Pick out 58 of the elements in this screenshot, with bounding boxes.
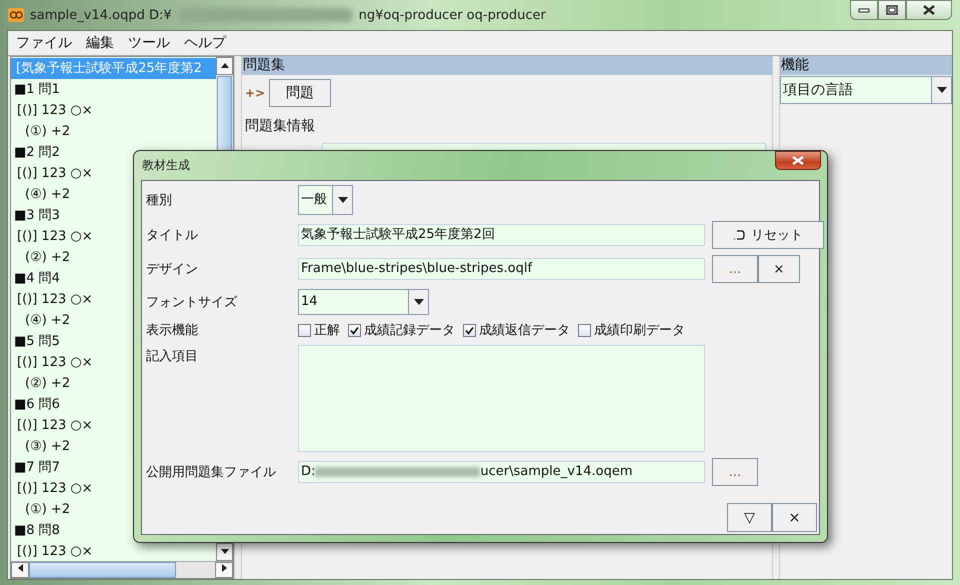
maximize-icon (886, 5, 898, 15)
checkbox[interactable]: 成績印刷データ (578, 321, 685, 339)
window-title: sample_v14.oqpd D:¥ (30, 8, 172, 22)
caret-icon (936, 87, 946, 93)
app-icon (8, 7, 24, 23)
title-field[interactable]: 気象予報士試験平成25年度第2回 (298, 224, 705, 246)
close-icon (791, 156, 805, 165)
down-arrow-icon[interactable] (220, 549, 228, 554)
menu-item[interactable]: 編集 (86, 34, 114, 52)
tree-item[interactable]: [()] 123 ○× (14, 100, 216, 121)
language-dropdown[interactable]: 項目の言語 (780, 76, 952, 104)
tree-item[interactable]: ■1 問1 (11, 79, 216, 100)
scroll-thumb[interactable] (29, 562, 176, 578)
close-button[interactable] (775, 151, 821, 170)
checkbox[interactable]: 正解 (298, 321, 340, 339)
tree-item[interactable]: (①) +2 (22, 121, 216, 142)
design-field[interactable]: Frame\blue-stripes\blue-stripes.oqlf (298, 258, 705, 280)
up-arrow-icon[interactable] (220, 63, 228, 68)
field-label: デザイン (146, 261, 199, 278)
panel-header: 機能 (780, 56, 952, 75)
reset-button[interactable]: リセット (712, 221, 824, 249)
dialog-title: 教材生成 (142, 157, 190, 174)
section-label: 問題集情報 (244, 117, 316, 136)
undo-icon (733, 229, 745, 241)
field-label: 記入項目 (146, 348, 199, 365)
tree-item[interactable]: [()] 123 ○× (14, 541, 216, 561)
menu-item[interactable]: ツール (128, 34, 170, 52)
caret-icon (338, 197, 348, 203)
caret-icon (414, 299, 424, 305)
type-dropdown[interactable]: 一般 (298, 185, 353, 215)
question-button[interactable]: 問題 (269, 79, 332, 107)
cancel-button[interactable]: × (772, 503, 817, 532)
browse-button[interactable]: ... (712, 458, 758, 486)
close-icon (922, 5, 936, 15)
add-label: +> (245, 86, 266, 100)
window-title: ng¥oq-producer oq-producer (358, 8, 546, 22)
close-button[interactable] (906, 0, 952, 20)
horizontal-scrollbar[interactable] (11, 561, 233, 578)
field-label: 種別 (146, 192, 173, 209)
menu-item[interactable]: ファイル (16, 34, 72, 52)
right-arrow-icon[interactable] (222, 564, 226, 572)
checkbox[interactable]: 成績返信データ (463, 321, 570, 339)
font-size-dropdown[interactable]: 14 (298, 289, 429, 315)
menu-item[interactable]: ヘルプ (184, 34, 226, 52)
left-arrow-icon[interactable] (18, 564, 22, 572)
minimize-button[interactable] (850, 0, 878, 20)
checkbox[interactable]: 成績記録データ (348, 321, 455, 339)
maximize-button[interactable] (878, 0, 906, 20)
field-label: 公開用問題集ファイル (146, 464, 277, 481)
field-label: 表示機能 (146, 322, 199, 339)
file-path-field[interactable]: D: ucer\sample_v14.oqem (298, 461, 705, 483)
ok-button[interactable]: ▽ (727, 503, 772, 532)
field-label: フォントサイズ (146, 294, 238, 311)
minimize-icon (858, 6, 870, 14)
clear-button[interactable]: × (758, 255, 800, 283)
panel-header: 問題集 (242, 56, 772, 75)
browse-button[interactable]: ... (712, 255, 758, 283)
field-label: タイトル (146, 227, 199, 244)
